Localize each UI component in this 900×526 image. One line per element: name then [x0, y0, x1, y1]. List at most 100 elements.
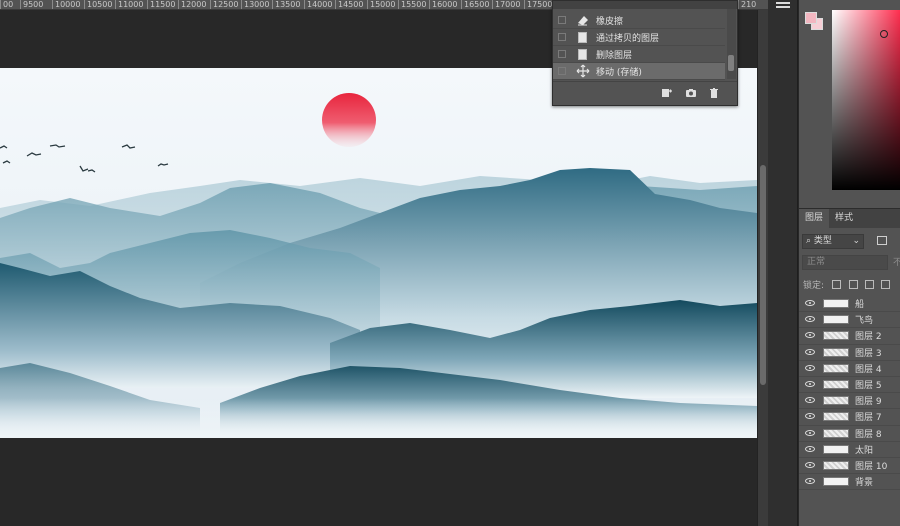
search-icon: ⌕ — [806, 236, 812, 246]
layer-name: 图层 4 — [855, 364, 882, 375]
sun — [322, 93, 376, 147]
layer-name: 图层 7 — [855, 413, 882, 424]
layer-row[interactable]: 太阳 — [799, 442, 900, 458]
history-panel: 橡皮擦 通过拷贝的图层 删除图层 移动 (存储) — [552, 0, 738, 106]
layer-name: 图层 9 — [855, 397, 882, 408]
layer-thumbnail — [823, 477, 849, 487]
eye-visibility-icon[interactable] — [805, 397, 815, 404]
layer-thumbnail — [823, 396, 849, 406]
history-item-selected[interactable]: 移动 (存储) — [553, 63, 725, 80]
ruler-tick: 10500 — [84, 0, 112, 9]
history-item[interactable]: 通过拷贝的图层 — [553, 29, 725, 46]
landscape-artwork[interactable] — [0, 68, 757, 438]
trash-icon[interactable] — [708, 87, 720, 99]
layer-name: 飞鸟 — [855, 316, 874, 327]
lock-artboard-icon[interactable] — [881, 280, 890, 289]
eye-visibility-icon[interactable] — [805, 445, 815, 452]
layer-name: 图层 3 — [855, 348, 882, 359]
layer-thumbnail — [823, 428, 849, 438]
layer-name: 图层 8 — [855, 429, 882, 440]
layer-filter-select[interactable]: ⌕ 类型 ⌄ — [802, 234, 864, 249]
history-brush-source-checkbox[interactable] — [558, 16, 566, 24]
eye-visibility-icon[interactable] — [805, 316, 815, 323]
eye-visibility-icon[interactable] — [805, 461, 815, 468]
scrollbar-thumb[interactable] — [760, 165, 766, 385]
move-icon — [576, 64, 590, 78]
layer-thumbnail — [823, 299, 849, 308]
history-item-label: 删除图层 — [596, 51, 633, 61]
layer-filter-label: 类型 — [813, 236, 832, 246]
ruler-tick: 12000 — [178, 0, 206, 9]
ruler-tick: 16500 — [461, 0, 489, 9]
eye-visibility-icon[interactable] — [805, 429, 815, 436]
scrollbar-thumb[interactable] — [728, 55, 734, 71]
layer-name: 背景 — [855, 478, 874, 489]
color-picker-field[interactable] — [832, 10, 900, 190]
ruler-tick: 16000 — [429, 0, 457, 9]
foreground-color-swatch[interactable] — [805, 12, 817, 24]
eye-visibility-icon[interactable] — [805, 348, 815, 355]
document-icon — [578, 32, 587, 43]
layer-row[interactable]: 图层 8 — [799, 426, 900, 442]
history-panel-titlebar[interactable] — [553, 1, 737, 9]
history-item-label: 橡皮擦 — [596, 17, 624, 27]
history-item[interactable]: 橡皮擦 — [553, 12, 725, 29]
lock-position-icon[interactable] — [865, 280, 874, 289]
layer-name: 图层 10 — [855, 461, 888, 472]
layer-row[interactable]: 飞鸟 — [799, 312, 900, 329]
layers-panel-tabs: 图层 样式 — [799, 208, 900, 229]
ruler-tick: 14500 — [335, 0, 363, 9]
ruler-tick: 11500 — [147, 0, 175, 9]
layers-list: 船 飞鸟 图层 2 图层 3 图层 4 图层 5 图层 9 图层 7 图层 8 … — [799, 296, 900, 491]
panel-menu-icon[interactable] — [776, 2, 790, 8]
layer-row[interactable]: 背景 — [799, 474, 900, 491]
camera-snapshot-icon[interactable] — [685, 87, 697, 99]
layer-row[interactable]: 图层 7 — [799, 409, 900, 426]
ruler-tick: 17500 — [524, 0, 552, 9]
ruler-tick: 15500 — [398, 0, 426, 9]
eye-visibility-icon[interactable] — [805, 478, 815, 485]
ruler-tick: 15000 — [367, 0, 395, 9]
layer-thumbnail — [823, 363, 849, 373]
chevron-down-icon: ⌄ — [852, 236, 860, 246]
layer-row[interactable]: 图层 3 — [799, 345, 900, 361]
new-document-from-state-icon[interactable] — [661, 87, 673, 99]
eye-visibility-icon[interactable] — [805, 332, 815, 339]
tab-layers[interactable]: 图层 — [799, 209, 830, 229]
layer-row[interactable]: 图层 4 — [799, 361, 900, 377]
layer-thumbnail — [823, 460, 849, 470]
history-brush-source-checkbox[interactable] — [558, 33, 566, 41]
ruler-tick: 14000 — [304, 0, 332, 9]
history-item-label: 通过拷贝的图层 — [596, 34, 660, 44]
layer-row[interactable]: 图层 5 — [799, 377, 900, 394]
layer-thumbnail — [823, 412, 849, 422]
eye-visibility-icon[interactable] — [805, 364, 815, 371]
history-brush-source-checkbox[interactable] — [558, 50, 566, 58]
image-filter-icon[interactable] — [877, 236, 887, 245]
layer-thumbnail — [823, 347, 849, 357]
eye-visibility-icon[interactable] — [805, 413, 815, 420]
history-brush-source-checkbox[interactable] — [558, 67, 566, 75]
layer-row[interactable]: 图层 10 — [799, 458, 900, 475]
lock-image-pixels-icon[interactable] — [849, 280, 858, 289]
panel-dock-strip — [768, 0, 798, 526]
lock-transparent-pixels-icon[interactable] — [832, 280, 841, 289]
ruler-tick: 00 — [0, 0, 13, 9]
canvas-vertical-scrollbar[interactable] — [757, 10, 768, 526]
history-item[interactable]: 删除图层 — [553, 46, 725, 63]
ruler-tick: 11000 — [115, 0, 143, 9]
eye-visibility-icon[interactable] — [805, 380, 815, 387]
layer-row[interactable]: 图层 9 — [799, 393, 900, 410]
layer-name: 太阳 — [855, 445, 874, 456]
history-item-label: 移动 (存储) — [596, 68, 642, 78]
history-scrollbar[interactable] — [727, 9, 736, 79]
blend-mode-select[interactable]: 正常 — [802, 255, 888, 270]
color-picker-cursor[interactable] — [880, 30, 888, 38]
lock-label: 锁定: — [803, 281, 825, 291]
layer-row[interactable]: 图层 2 — [799, 328, 900, 345]
layer-thumbnail — [823, 379, 849, 389]
layer-row[interactable]: 船 — [799, 296, 900, 313]
tab-styles[interactable]: 样式 — [829, 209, 859, 229]
eye-visibility-icon[interactable] — [805, 300, 815, 306]
history-footer — [553, 81, 737, 105]
